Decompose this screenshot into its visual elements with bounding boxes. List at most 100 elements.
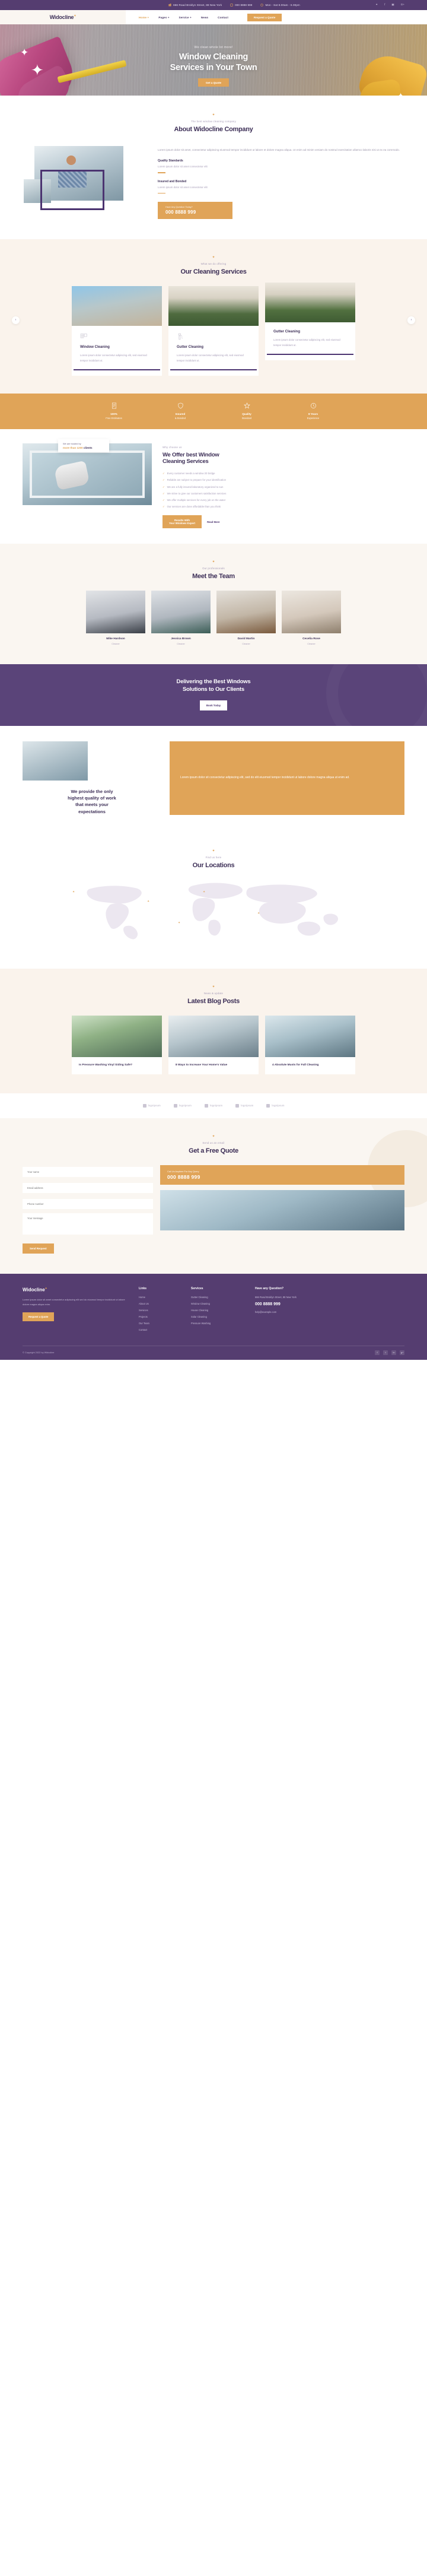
check-icon: ✓ [162, 505, 165, 509]
google-plus-icon[interactable]: g+ [400, 1350, 404, 1355]
message-field[interactable] [23, 1213, 153, 1235]
footer-service-link[interactable]: Gutter Cleaning [191, 1296, 246, 1299]
cta-book-button[interactable]: Book Today [199, 700, 228, 710]
list-item-text: We are a fully insured laboratory organi… [167, 485, 224, 488]
quote-phone-number: 000 8888 999 [167, 1173, 200, 1180]
footer-phone[interactable]: 000 8888 999 [255, 1302, 404, 1306]
divider [158, 172, 165, 173]
hero-cta-button[interactable]: Get a Quote [197, 78, 230, 87]
map-pin-icon[interactable]: ✦ [257, 912, 260, 915]
twitter-icon[interactable]: ✦ [375, 4, 378, 7]
service-card[interactable]: Gutter Cleaning Lorem ipsum dolor consec… [265, 283, 355, 360]
offer-read-more-link[interactable]: Read More [207, 521, 219, 524]
topbar-phone[interactable]: 000 8888 999 [230, 4, 252, 7]
footer-bottom: © Copyright 2022 by Widocline f t in g+ [23, 1345, 404, 1360]
services-carousel: ‹ Window Cleaning Lorem ipsum dolor cons… [0, 275, 427, 376]
quote-eyebrow: Send us an email [202, 1141, 225, 1144]
topbar-address-text: 666 Road Broklyn Street, 88 New York [173, 4, 222, 7]
service-card[interactable]: Window Cleaning Lorem ipsum dolor consec… [72, 286, 162, 376]
google-plus-icon[interactable]: G+ [401, 4, 404, 7]
request-quote-button[interactable]: Request a Quote [247, 13, 282, 21]
offer-image-area: We are trusted by more than 1200 clients [23, 439, 152, 529]
location-icon [168, 4, 171, 7]
brand-logo: logoipsum [235, 1103, 253, 1108]
map-pin-icon[interactable]: ✦ [147, 900, 149, 903]
service-card-image [168, 286, 259, 326]
blog-post-card[interactable]: 4 Absolute Musts for Fall Cleaning [265, 1015, 355, 1074]
footer-email[interactable]: help@example.com [255, 1311, 404, 1314]
nav-item-home[interactable]: Home + [139, 16, 149, 19]
about-call-box[interactable]: Have Any Question Today? 000 8888 999 [158, 202, 232, 220]
carousel-prev-button[interactable]: ‹ [12, 316, 20, 324]
team-member-role: Cleaner [242, 642, 250, 646]
brand-logo: logoipsum [204, 1103, 222, 1108]
footer-link[interactable]: Contact [139, 1328, 181, 1331]
nav-item-news[interactable]: News [201, 16, 208, 19]
service-card[interactable]: Gutter Cleaning Lorem ipsum dolor consec… [168, 286, 259, 376]
quote-phone-box[interactable]: Call Us Anytime For Any Query 000 8888 9… [160, 1165, 404, 1185]
logo-mark-icon [173, 1103, 177, 1108]
facebook-icon[interactable]: f [384, 4, 385, 7]
footer-service-link[interactable]: House Cleaning [191, 1309, 246, 1312]
team-member[interactable]: Mike Hardson Cleaner [86, 591, 145, 645]
map-pin-icon[interactable]: ✦ [72, 890, 75, 894]
footer-service-link[interactable]: Window Cleaning [191, 1302, 246, 1305]
team-member[interactable]: Jessica Brown Cleaner [151, 591, 211, 645]
footer-contact-column: Have any Question? 666 Road Broklyn Stre… [255, 1287, 404, 1335]
blog-post-image [72, 1015, 162, 1057]
brand-logos: logoipsum logoipsum logoipsum logoipsum … [0, 1093, 427, 1118]
footer-link[interactable]: Services [139, 1309, 181, 1312]
about-feature-title: Insured and Bonded [158, 179, 187, 183]
footer-link[interactable]: Our Team [139, 1322, 181, 1325]
map-pin-icon[interactable]: ✦ [203, 890, 205, 894]
carousel-next-button[interactable]: › [407, 316, 415, 324]
nav-item-pages[interactable]: Pages + [158, 16, 169, 19]
name-field[interactable] [23, 1166, 153, 1177]
footer-link[interactable]: About Us [139, 1302, 181, 1305]
offer-badge-count-value: more than 1200 [63, 446, 83, 449]
footer-service-link[interactable]: Pressure Washing [191, 1322, 246, 1325]
email-field[interactable] [23, 1182, 153, 1193]
team-header: ✦ Our professionals Meet the Team [0, 560, 427, 580]
offer-actions: Results With Your Windows Expert Read Mo… [162, 515, 404, 529]
blog-post-card[interactable]: 8 Ways to Increase Your Home's Value [168, 1015, 259, 1074]
footer-link[interactable]: Home [139, 1296, 181, 1299]
window-icon [80, 333, 88, 341]
blog-title: Latest Blog Posts [187, 997, 240, 1005]
quality-photo [23, 741, 88, 781]
linkedin-icon[interactable]: in [391, 1350, 396, 1355]
footer-logo[interactable]: Widocline✦ [23, 1287, 129, 1293]
service-card-title: Window Cleaning [80, 345, 110, 350]
facebook-icon[interactable]: f [375, 1350, 380, 1355]
service-card-text: Lorem ipsum dolor consectetur adipiscing… [80, 354, 147, 362]
stat-item: Insured & Bonded [160, 402, 201, 420]
send-request-button[interactable]: Send Request [23, 1243, 54, 1254]
instagram-icon[interactable]: ▣ [391, 4, 394, 7]
offer-results-button[interactable]: Results With Your Windows Expert [162, 515, 202, 529]
topbar-hours: Mon - Sat 8.00am - 6.00pm [260, 4, 300, 7]
stat-title: 100% [110, 412, 117, 415]
check-icon: ✓ [162, 485, 165, 488]
quote-photo [160, 1189, 404, 1230]
sparkle-icon: ✦ [212, 113, 215, 117]
blog-post-card[interactable]: Is Pressure Washing Vinyl Siding Safe? [72, 1015, 162, 1074]
twitter-icon[interactable]: t [383, 1350, 388, 1355]
logo-container[interactable]: Widocline✦ [0, 10, 126, 24]
nav-item-contact[interactable]: Contact [218, 16, 228, 19]
map-pin-icon[interactable]: ✦ [178, 921, 180, 925]
blog-post-image [265, 1015, 355, 1057]
team-member[interactable]: David Martin Cleaner [216, 591, 276, 645]
team-members: Mike Hardson Cleaner Jessica Brown Clean… [0, 580, 427, 645]
footer-links-column: Links Home About Us Services Projects Ou… [139, 1287, 181, 1335]
phone-field[interactable] [23, 1198, 153, 1209]
stat-title: 8 Years [308, 412, 318, 415]
footer-request-quote-button[interactable]: Request a Quote [23, 1312, 55, 1321]
offer-badge-top: We are trusted by [63, 442, 81, 445]
footer-service-link[interactable]: Solar Cleaning [191, 1315, 246, 1318]
sparkle-icon: ✦ [212, 560, 215, 564]
list-item: ✓ Every customer needs a window 20 bridge [162, 472, 404, 475]
nav-item-service[interactable]: Service + [179, 16, 192, 19]
team-eyebrow: Our professionals [202, 567, 225, 570]
team-member[interactable]: Cecelia Rose Cleaner [282, 591, 341, 645]
footer-link[interactable]: Projects [139, 1315, 181, 1318]
